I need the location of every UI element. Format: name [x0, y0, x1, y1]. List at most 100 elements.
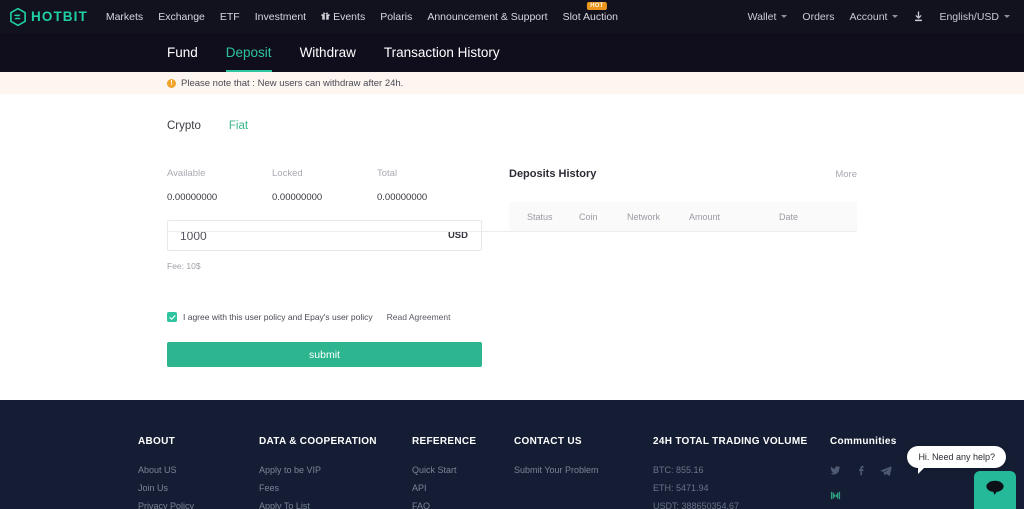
nav-item-label: Slot Auction — [562, 10, 619, 23]
footer-column-contact-us: CONTACT US Submit Your Problem — [514, 436, 653, 509]
nav-item-label: Investment — [254, 10, 307, 23]
balance-available: Available 0.00000000 — [167, 168, 272, 203]
hot-badge: HOT — [587, 1, 607, 10]
tab-fund[interactable]: Fund — [167, 33, 198, 72]
deposit-columns: Available 0.00000000 Locked 0.00000000 T… — [0, 132, 1024, 367]
tab-label: Transaction History — [383, 45, 500, 60]
tab-deposit[interactable]: Deposit — [225, 33, 272, 72]
chat-greeting-text: Hi. Need any help? — [918, 452, 995, 462]
more-link[interactable]: More — [835, 169, 857, 180]
chat-greeting-bubble[interactable]: Hi. Need any help? — [907, 446, 1006, 474]
balance-label: Locked — [272, 168, 303, 179]
footer-link[interactable]: API — [412, 483, 514, 493]
nav-item-slot-auction[interactable]: HOT Slot Auction — [562, 1, 619, 23]
balance-locked: Locked 0.00000000 — [272, 168, 377, 203]
read-agreement-link[interactable]: Read Agreement — [387, 312, 451, 322]
tab-label: Crypto — [167, 120, 201, 132]
nav-item-label: English/USD — [939, 10, 999, 23]
amount-input-wrapper[interactable]: USD — [167, 220, 482, 251]
agreement-checkbox[interactable] — [167, 312, 177, 322]
column-header-date: Date — [779, 211, 799, 222]
twitter-icon[interactable] — [830, 465, 841, 476]
footer-link[interactable]: Join Us — [138, 483, 259, 493]
nav-item-label: Events — [333, 10, 366, 23]
submit-button[interactable]: submit — [167, 342, 482, 367]
nav-item-etf[interactable]: ETF — [220, 11, 240, 23]
nav-item-label: Orders — [802, 10, 835, 23]
footer-link[interactable]: Apply to be VIP — [259, 465, 412, 475]
footer-column-about: ABOUT About US Join Us Privacy Policy — [138, 436, 259, 509]
footer-link[interactable]: Privacy Policy — [138, 501, 259, 509]
nav-item-investment[interactable]: Investment — [255, 11, 306, 23]
deposits-history-panel: Deposits History More Status Coin Networ… — [509, 168, 857, 367]
balance-summary: Available 0.00000000 Locked 0.00000000 T… — [167, 168, 482, 203]
balance-value: 0.00000000 — [167, 192, 218, 203]
nav-item-language-currency[interactable]: English/USD — [939, 11, 1010, 23]
nav-item-announcement-support[interactable]: Announcement & Support — [427, 11, 547, 23]
balance-label: Available — [167, 168, 206, 179]
footer-column-data-cooperation: DATA & COOPERATION Apply to be VIP Fees … — [259, 436, 412, 509]
nav-item-label: Markets — [105, 10, 144, 23]
footer-link[interactable]: Quick Start — [412, 465, 514, 475]
balance-label: Total — [377, 168, 398, 179]
footer-link[interactable]: Apply To List — [259, 501, 412, 509]
agreement-row: I agree with this user policy and Epay's… — [167, 312, 482, 322]
footer-heading: DATA & COOPERATION — [259, 436, 377, 447]
balance-total: Total 0.00000000 — [377, 168, 482, 203]
facebook-icon[interactable] — [855, 465, 866, 476]
nav-item-label: ETF — [219, 10, 240, 23]
fee-text: Fee: 10$ — [167, 261, 201, 271]
nav-item-account[interactable]: Account — [850, 11, 899, 23]
deposits-history-title: Deposits History — [509, 168, 597, 180]
top-navigation-bar: HOTBIT Markets Exchange ETF Investment E… — [0, 0, 1024, 33]
social-icons-row-2 — [830, 490, 950, 501]
nav-item-markets[interactable]: Markets — [106, 11, 143, 23]
volume-stat-usdt: USDT: 388650354.67 — [653, 501, 740, 509]
footer-link[interactable]: About US — [138, 465, 259, 475]
tab-label: Fiat — [228, 120, 249, 132]
medium-icon[interactable] — [830, 490, 841, 501]
wallet-sub-navigation: Fund Deposit Withdraw Transaction Histor… — [0, 33, 1024, 72]
balance-value: 0.00000000 — [272, 192, 323, 203]
chat-bubble-icon — [985, 479, 1005, 501]
footer-link[interactable]: FAQ — [412, 501, 514, 509]
nav-item-wallet[interactable]: Wallet — [748, 11, 788, 23]
notice-text: Please note that : New users can withdra… — [181, 77, 404, 89]
gift-icon — [321, 11, 330, 23]
column-header-status: Status — [527, 211, 553, 222]
asset-type-tabs: Crypto Fiat — [0, 94, 1024, 132]
telegram-icon[interactable] — [880, 465, 892, 476]
tab-label: Deposit — [225, 45, 272, 60]
main-content: Crypto Fiat Available 0.00000000 Locked … — [0, 94, 1024, 406]
footer-columns: ABOUT About US Join Us Privacy Policy DA… — [0, 400, 1024, 509]
footer-heading: REFERENCE — [412, 436, 477, 447]
footer-column-reference: REFERENCE Quick Start API FAQ — [412, 436, 514, 509]
tab-crypto[interactable]: Crypto — [167, 120, 201, 132]
balance-value: 0.00000000 — [377, 192, 428, 203]
brand-logo[interactable]: HOTBIT — [10, 7, 88, 26]
chat-launcher-button[interactable] — [974, 471, 1016, 509]
footer-link[interactable]: Submit Your Problem — [514, 465, 653, 475]
volume-stat-btc: BTC: 855.16 — [653, 465, 704, 475]
brand-name: HOTBIT — [31, 9, 88, 24]
nav-item-exchange[interactable]: Exchange — [158, 11, 205, 23]
download-app-icon[interactable] — [913, 10, 924, 23]
agreement-text: I agree with this user policy and Epay's… — [183, 312, 373, 322]
tab-transaction-history[interactable]: Transaction History — [384, 33, 500, 72]
chevron-down-icon — [781, 15, 788, 18]
footer-link[interactable]: Fees — [259, 483, 412, 493]
nav-item-label: Account — [849, 10, 888, 23]
nav-item-polaris[interactable]: Polaris — [380, 11, 412, 23]
chevron-down-icon — [892, 15, 899, 18]
top-nav-links: Markets Exchange ETF Investment Events P… — [106, 1, 619, 23]
chevron-down-icon — [1004, 15, 1010, 18]
deposit-form: Available 0.00000000 Locked 0.00000000 T… — [167, 168, 482, 367]
nav-item-label: Polaris — [380, 10, 413, 23]
page-footer: ABOUT About US Join Us Privacy Policy DA… — [0, 400, 1024, 509]
hexagon-logo-icon — [10, 7, 26, 26]
tab-fiat[interactable]: Fiat — [229, 120, 248, 132]
column-header-coin: Coin — [579, 211, 598, 222]
tab-withdraw[interactable]: Withdraw — [300, 33, 356, 72]
nav-item-orders[interactable]: Orders — [802, 11, 834, 23]
nav-item-events[interactable]: Events — [321, 11, 365, 23]
